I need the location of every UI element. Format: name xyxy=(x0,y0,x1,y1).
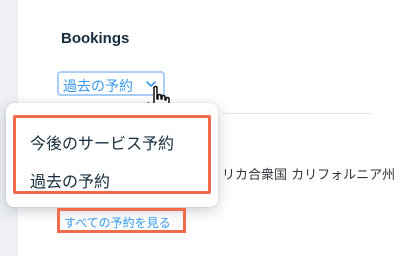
divider xyxy=(222,113,372,114)
option-past-bookings[interactable]: 過去の予約 xyxy=(30,168,110,192)
option-upcoming-bookings[interactable]: 今後のサービス予約 xyxy=(30,130,174,154)
filter-selected-value: 過去の予約 xyxy=(63,79,133,95)
see-all-bookings-link[interactable]: すべての予約を見る xyxy=(64,214,171,231)
section-title: Bookings xyxy=(61,30,130,47)
see-all-highlight-box: すべての予約を見る xyxy=(57,208,186,233)
filter-dropdown-menu: 今後のサービス予約 過去の予約 xyxy=(6,103,218,207)
booking-location: リカ合衆国 カリフォルニア州 xyxy=(222,168,396,183)
